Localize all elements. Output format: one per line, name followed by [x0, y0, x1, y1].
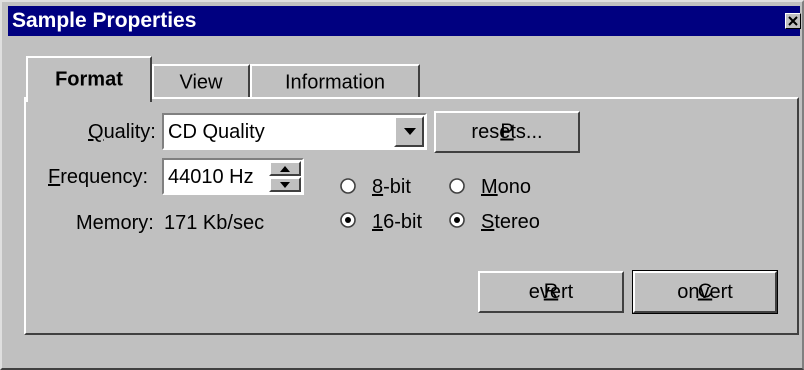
tab-format-label: Format — [55, 68, 123, 91]
title-bar[interactable]: Sample Properties — [8, 6, 801, 36]
quality-dropdown-button[interactable] — [394, 116, 424, 147]
spin-down-icon — [280, 182, 290, 188]
radio-16-bit[interactable] — [340, 212, 356, 228]
tab-information[interactable]: Information — [250, 64, 420, 100]
tab-information-label: Information — [284, 71, 386, 94]
window-title: Sample Properties — [12, 9, 197, 32]
radio-mono[interactable] — [449, 178, 465, 194]
tab-view[interactable]: View — [152, 64, 250, 100]
revert-button[interactable]: Revert — [478, 271, 624, 313]
frequency-down-button[interactable] — [269, 177, 301, 192]
radio-mono-label: Mono — [481, 176, 532, 198]
radio-8-bit-label: 8-bit — [372, 176, 411, 198]
radio-stereo[interactable] — [449, 212, 465, 228]
spin-up-icon — [280, 166, 290, 172]
memory-label: Memory: — [76, 212, 154, 234]
frequency-value: 44010 Hz — [168, 166, 254, 188]
close-button[interactable] — [785, 13, 801, 29]
presets-button[interactable]: Presets... — [434, 111, 580, 153]
memory-value: 171 Kb/sec — [164, 212, 265, 234]
close-icon — [788, 16, 798, 26]
frequency-up-button[interactable] — [269, 161, 301, 176]
convert-button[interactable]: Convert — [632, 270, 778, 314]
tab-view-label: View — [179, 71, 223, 94]
frequency-label: Frequency: — [48, 166, 149, 188]
quality-value: CD Quality — [168, 121, 265, 143]
quality-label: Quality: — [88, 121, 156, 143]
radio-stereo-label: Stereo — [481, 211, 540, 233]
radio-16-bit-label: 16-bit — [372, 211, 423, 233]
radio-8-bit[interactable] — [340, 178, 356, 194]
frequency-stepper[interactable]: 44010 Hz — [162, 158, 304, 195]
chevron-down-icon — [404, 128, 416, 135]
quality-select[interactable]: CD Quality — [162, 113, 427, 150]
